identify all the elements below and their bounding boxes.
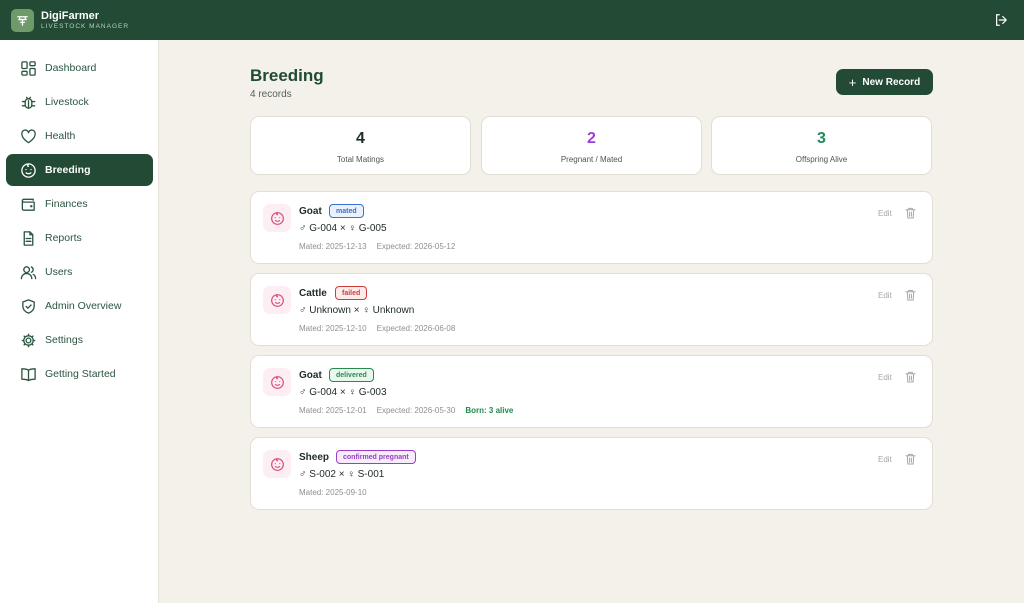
- breeding-record-card: Sheep confirmed pregnant ♂ S-002 × ♀ S-0…: [250, 437, 933, 510]
- sidebar-item-reports[interactable]: Reports: [6, 222, 153, 254]
- record-pair: ♂ S-002 × ♀ S-001: [299, 469, 385, 480]
- sidebar-item-admin-overview[interactable]: Admin Overview: [6, 290, 153, 322]
- sidebar-item-health[interactable]: Health: [6, 120, 153, 152]
- record-avatar: [263, 204, 291, 232]
- new-record-button[interactable]: + New Record: [836, 69, 933, 95]
- baby-icon: [270, 211, 284, 225]
- sidebar-item-label: Users: [45, 266, 73, 278]
- document-icon: [23, 231, 34, 246]
- bug-icon: [21, 96, 36, 109]
- stat-label: Offspring Alive: [795, 155, 848, 164]
- dashboard-icon: [21, 61, 36, 76]
- sidebar-item-label: Admin Overview: [45, 300, 122, 312]
- stat-label: Pregnant / Mated: [560, 155, 623, 164]
- stat-value: 4: [356, 130, 365, 147]
- logout-icon[interactable]: [994, 13, 1008, 27]
- record-pair: ♂ Unknown × ♀ Unknown: [299, 305, 415, 316]
- breeding-record-card: Cattle failed ♂ Unknown × ♀ Unknown Mate…: [250, 273, 933, 346]
- sidebar-item-label: Getting Started: [45, 368, 116, 380]
- record-meta: Mated: 2025-12-13 Expected: 2026-05-12: [299, 242, 455, 251]
- stat-offspring-alive: 3 Offspring Alive: [711, 116, 932, 175]
- trash-icon[interactable]: [905, 207, 916, 219]
- baby-icon: [270, 457, 284, 471]
- edit-button[interactable]: Edit: [878, 291, 892, 300]
- record-species: Goat: [299, 370, 322, 381]
- record-species: Sheep: [299, 452, 330, 463]
- mated-date: Mated: 2025-12-01: [299, 406, 367, 415]
- brand-subtitle: LIVESTOCK MANAGER: [41, 23, 130, 30]
- gear-icon: [21, 333, 36, 348]
- users-icon: [20, 266, 37, 280]
- stat-value: 3: [817, 130, 826, 147]
- top-bar: DigiFarmer LIVESTOCK MANAGER: [0, 0, 1024, 40]
- sidebar-item-label: Breeding: [45, 164, 91, 176]
- edit-button[interactable]: Edit: [878, 209, 892, 218]
- sidebar-item-label: Livestock: [45, 96, 89, 108]
- brand-name: DigiFarmer: [41, 10, 100, 22]
- logo-icon: [17, 16, 28, 26]
- stat-label: Total Matings: [336, 155, 385, 164]
- baby-icon: [21, 163, 36, 178]
- sidebar-item-finances[interactable]: Finances: [6, 188, 153, 220]
- trash-icon[interactable]: [905, 289, 916, 301]
- breeding-record-card: Goat delivered ♂ G-004 × ♀ G-003 Mated: …: [250, 355, 933, 428]
- sidebar-item-dashboard[interactable]: Dashboard: [6, 52, 153, 84]
- stat-total-matings: 4 Total Matings: [250, 116, 471, 175]
- status-badge: mated: [329, 204, 364, 218]
- record-avatar: [263, 368, 291, 396]
- record-meta: Mated: 2025-12-10 Expected: 2026-06-08: [299, 324, 455, 333]
- sidebar-item-settings[interactable]: Settings: [6, 324, 153, 356]
- logo: [11, 9, 34, 32]
- status-badge: failed: [335, 286, 368, 300]
- plus-icon: +: [848, 74, 857, 90]
- mated-date: Mated: 2025-12-13: [299, 242, 367, 251]
- sidebar-item-label: Settings: [45, 334, 83, 346]
- record-avatar: [263, 450, 291, 478]
- sidebar-item-livestock[interactable]: Livestock: [6, 86, 153, 118]
- sidebar-item-label: Finances: [45, 198, 88, 210]
- expected-date: Expected: 2026-06-08: [376, 324, 456, 333]
- heart-icon: [21, 129, 36, 144]
- sidebar-item-label: Reports: [45, 232, 82, 244]
- born-count: Born: 3 alive: [465, 406, 514, 415]
- sidebar-item-users[interactable]: Users: [6, 256, 153, 288]
- breeding-record-card: Goat mated ♂ G-004 × ♀ G-005 Mated: 2025…: [250, 191, 933, 264]
- record-pair: ♂ G-004 × ♀ G-003: [299, 387, 387, 398]
- trash-icon[interactable]: [905, 371, 916, 383]
- record-pair: ♂ G-004 × ♀ G-005: [299, 223, 387, 234]
- book-open-icon: [21, 368, 36, 382]
- expected-date: Expected: 2026-05-30: [376, 406, 456, 415]
- page-title: Breeding: [250, 66, 324, 85]
- stat-pregnant-mated: 2 Pregnant / Mated: [481, 116, 702, 175]
- status-badge: confirmed pregnant: [336, 450, 416, 464]
- baby-icon: [270, 293, 284, 307]
- record-species: Goat: [299, 206, 322, 217]
- record-species: Cattle: [299, 288, 327, 299]
- sidebar-item-label: Dashboard: [45, 62, 97, 74]
- sidebar-item-getting-started[interactable]: Getting Started: [6, 358, 153, 390]
- mated-date: Mated: 2025-09-10: [299, 488, 367, 497]
- sidebar-item-breeding[interactable]: Breeding: [6, 154, 153, 186]
- record-meta: Mated: 2025-12-01 Expected: 2026-05-30 B…: [299, 406, 513, 415]
- edit-button[interactable]: Edit: [878, 373, 892, 382]
- trash-icon[interactable]: [905, 453, 916, 465]
- stat-value: 2: [587, 130, 596, 147]
- baby-icon: [270, 375, 284, 389]
- record-meta: Mated: 2025-09-10: [299, 488, 367, 497]
- edit-button[interactable]: Edit: [878, 455, 892, 464]
- expected-date: Expected: 2026-05-12: [376, 242, 456, 251]
- sidebar-item-label: Health: [45, 130, 76, 142]
- shield-check-icon: [22, 299, 35, 314]
- sidebar: Dashboard Livestock Health Breeding Fina…: [0, 40, 159, 603]
- wallet-icon: [21, 198, 35, 211]
- status-badge: delivered: [329, 368, 374, 382]
- record-avatar: [263, 286, 291, 314]
- record-count: 4 records: [250, 89, 292, 100]
- mated-date: Mated: 2025-12-10: [299, 324, 367, 333]
- new-record-label: New Record: [862, 76, 921, 88]
